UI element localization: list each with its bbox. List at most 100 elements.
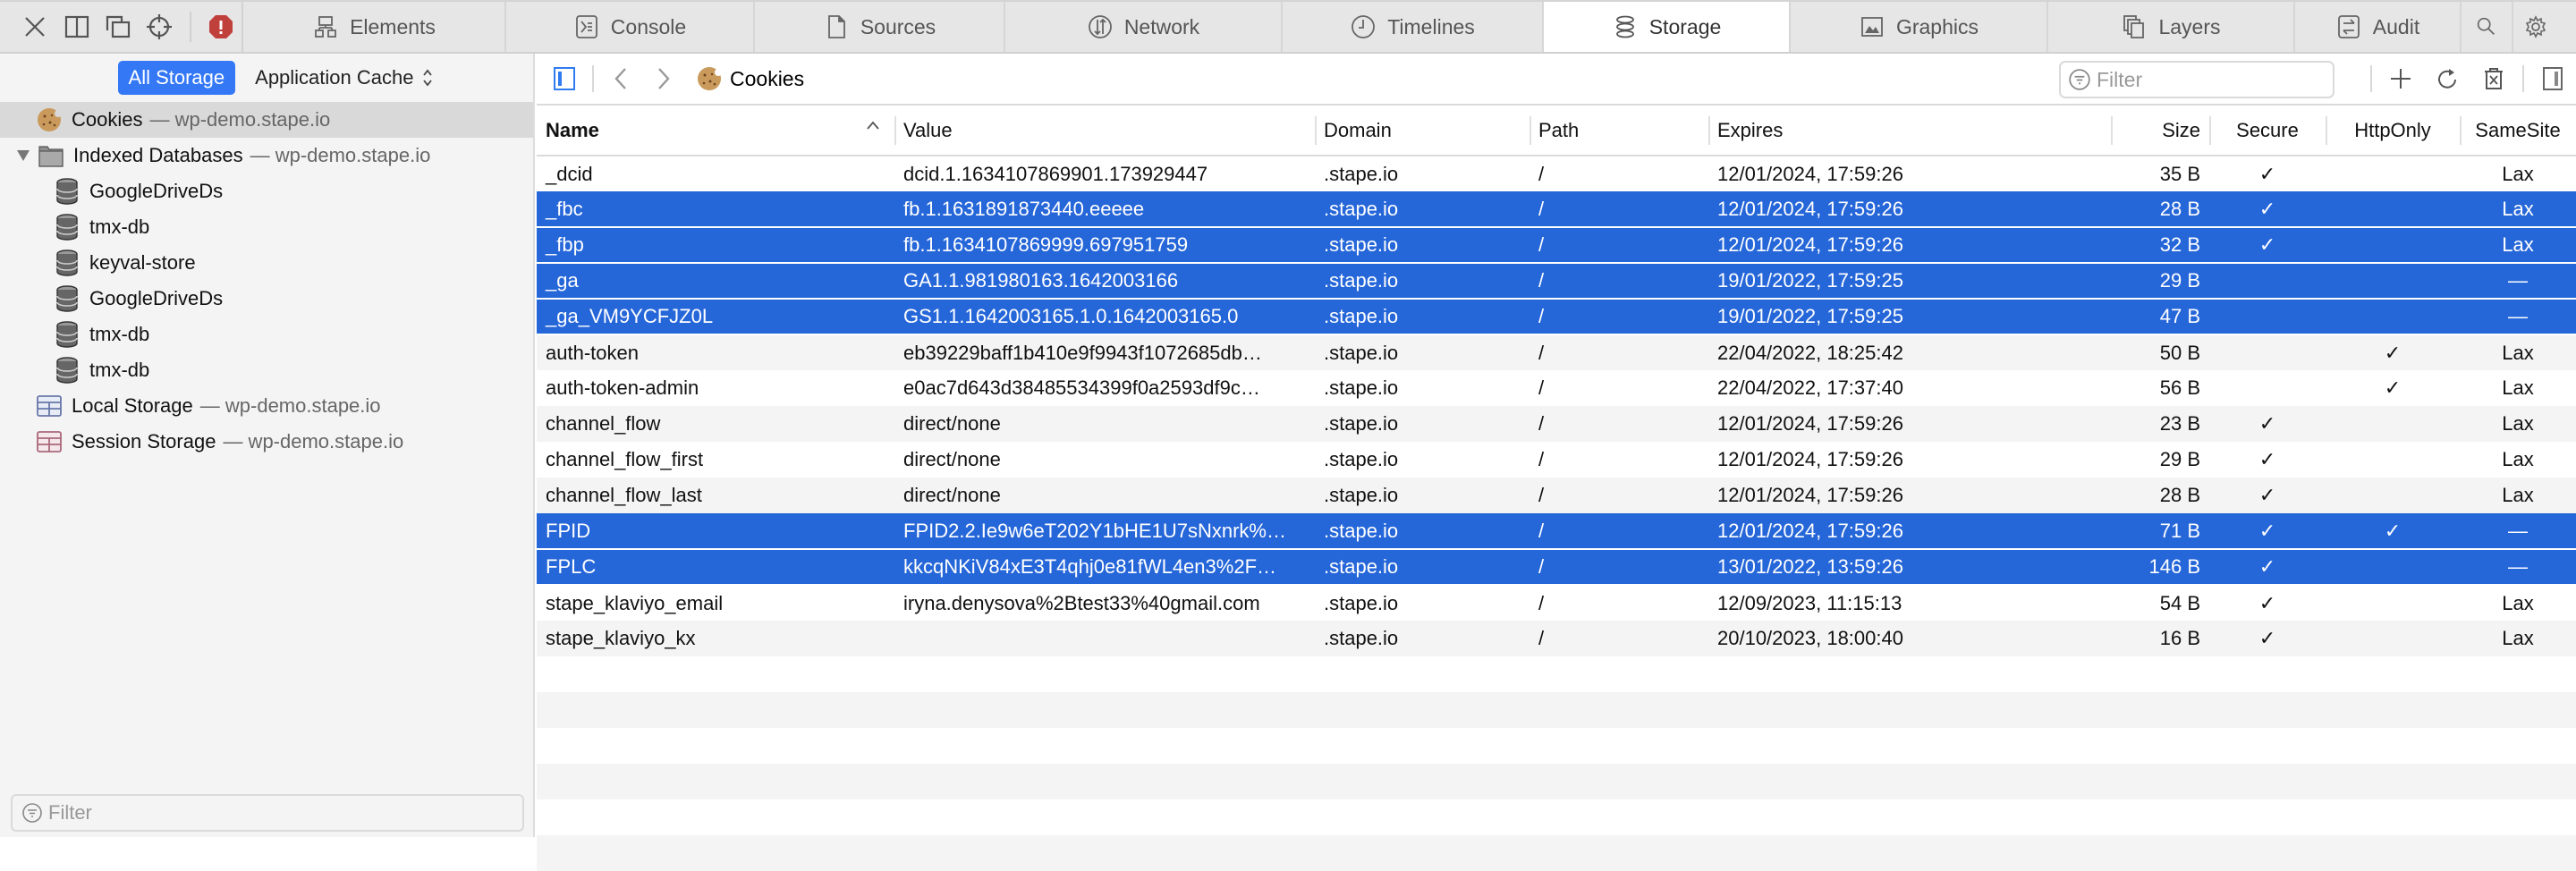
cell-httponly: ✓ [2384,341,2402,364]
cell-httponly [2326,478,2460,513]
cell-samesite: Lax [2502,484,2534,506]
close-icon[interactable] [14,2,55,52]
cell-domain: .stape.io [1324,341,1399,364]
cell-httponly [2326,263,2460,299]
cell-name: channel_flow_last [546,484,702,506]
sidebar-item-session-storage[interactable]: Session Storage — wp-demo.stape.io [0,424,533,460]
tab-console[interactable]: Console [506,2,755,52]
refresh-icon[interactable] [2424,54,2470,104]
sidebar-item-database[interactable]: GoogleDriveDs [0,173,533,209]
column-header-path[interactable]: Path [1530,106,1708,156]
error-icon[interactable] [200,2,242,52]
graphics-icon [1861,17,1883,37]
forward-icon[interactable] [642,56,685,101]
cell-domain: .stape.io [1324,484,1399,506]
clear-trash-icon[interactable] [2470,54,2517,104]
tab-layers[interactable]: Layers [2048,2,2295,52]
cell-samesite: Lax [2502,448,2534,470]
gear-icon[interactable] [2513,2,2558,52]
undock-icon[interactable] [97,2,139,52]
column-header-name[interactable]: Name [537,106,894,156]
cell-value: GA1.1.981980163.1642003166 [903,269,1179,292]
cell-value: FPID2.2.Ie9w6eT202Y1bHE1U7sNxnrk%… [903,519,1286,542]
sidebar-item-label: tmx-db [89,216,150,238]
cell-secure: ✓ [2258,233,2276,256]
cookie-filter-field[interactable] [2059,61,2334,98]
sidebar-filter-input[interactable] [48,801,496,824]
table-row[interactable]: auth-token-admin e0ac7d643d38485534399f0a… [537,370,2576,406]
cell-path: / [1538,627,1545,649]
sidebar-item-local-storage[interactable]: Local Storage — wp-demo.stape.io [0,388,533,424]
cell-name: channel_flow_first [546,448,704,470]
cookie-filter-input[interactable] [2097,67,2320,92]
toggle-sidebar-icon[interactable] [542,54,587,104]
tab-network[interactable]: Network [1005,2,1283,52]
cell-httponly [2326,191,2460,227]
table-row[interactable]: _dcid dcid.1.1634107869901.173929447 .stap… [537,156,2576,191]
column-header-samesite[interactable]: SameSite [2460,106,2576,156]
inspect-element-icon[interactable] [139,2,180,52]
tab-timelines[interactable]: Timelines [1283,2,1544,52]
cell-name: _ga [546,269,579,292]
table-row[interactable]: stape_klaviyo_kx .stape.io / 20/10/2023, 18… [537,621,2576,656]
column-header-domain[interactable]: Domain [1315,106,1530,156]
table-row[interactable]: _fbc fb.1.1631891873440.eeeee .stape.io / 12… [537,191,2576,227]
tab-graphics[interactable]: Graphics [1791,2,2048,52]
sidebar-item-label: keyval-store [89,251,196,274]
column-header-secure[interactable]: Secure [2209,106,2326,156]
dock-side-icon[interactable] [55,2,97,52]
back-icon[interactable] [599,56,642,101]
table-row[interactable]: _fbp fb.1.1634107869999.697951759 .stape.i… [537,227,2576,263]
table-row[interactable]: channel_flow direct/none .stape.io / 12/01/2… [537,406,2576,442]
table-row[interactable]: channel_flow_first direct/none .stape.io / 1… [537,442,2576,478]
search-icon[interactable] [2462,2,2513,52]
sidebar-item-label: GoogleDriveDs [89,287,224,309]
window-controls [0,2,243,52]
tab-audit[interactable]: Audit [2295,2,2462,52]
cell-name: stape_klaviyo_kx [546,627,696,649]
tab-label: Elements [350,14,436,38]
add-cookie-icon[interactable] [2377,54,2424,104]
cell-expires: 12/01/2024, 17:59:26 [1717,233,1903,256]
breadcrumb[interactable]: Cookies [696,65,804,92]
cell-httponly [2326,406,2460,442]
column-header-size[interactable]: Size [2111,106,2209,156]
all-storage-button[interactable]: All Storage [117,61,236,95]
cell-size: 28 B [2159,197,2200,220]
cell-name: FPLC [546,555,597,578]
sidebar-item-database[interactable]: tmx-db [0,352,533,388]
column-header-httponly[interactable]: HttpOnly [2326,106,2460,156]
toggle-details-sidebar-icon[interactable] [2529,54,2576,104]
cell-expires: 19/01/2022, 17:59:25 [1717,269,1903,292]
table-row[interactable]: FPID FPID2.2.Ie9w6eT202Y1bHE1U7sNxnrk%… .s… [537,513,2576,549]
cell-httponly [2326,442,2460,478]
table-row[interactable]: FPLC kkcqNKiV84xE3T4qhj0e81fWL4en3%2F… .st… [537,549,2576,585]
column-header-value[interactable]: Value [894,106,1315,156]
sidebar-item-indexed-databases[interactable]: Indexed Databases — wp-demo.stape.io [0,138,533,173]
table-row[interactable]: stape_klaviyo_email iryna.denysova%2Btest… [537,585,2576,621]
table-row[interactable]: channel_flow_last direct/none .stape.io / 12… [537,478,2576,513]
tab-sources[interactable]: Sources [755,2,1005,52]
cell-secure: ✓ [2258,162,2276,185]
table-row[interactable]: auth-token eb39229baff1b410e9f9943f107268… [537,334,2576,370]
tab-elements[interactable]: Elements [243,2,506,52]
cell-value: fb.1.1631891873440.eeeee [903,197,1145,220]
sources-icon [827,15,845,38]
table-row[interactable]: _ga_VM9YCFJZ0L GS1.1.1642003165.1.0.16420… [537,299,2576,334]
sidebar-item-database[interactable]: tmx-db [0,209,533,245]
filter-icon [22,803,42,823]
table-header: Name Value Domain Path Expires Size Secu… [537,106,2576,156]
column-header-expires[interactable]: Expires [1708,106,2111,156]
disclosure-triangle-icon[interactable] [0,149,36,162]
application-cache-select[interactable]: Application Cache [255,66,433,89]
table-row[interactable]: _ga GA1.1.981980163.1642003166 .stape.io / 1… [537,263,2576,299]
cell-name: _dcid [546,162,593,185]
sidebar-item-database[interactable]: tmx-db [0,317,533,352]
cell-domain: .stape.io [1324,555,1399,578]
sidebar-item-database[interactable]: GoogleDriveDs [0,281,533,317]
sidebar-filter-field[interactable] [11,794,524,832]
tab-storage[interactable]: Storage [1544,2,1791,52]
cell-secure: ✓ [2258,448,2276,470]
sidebar-item-database[interactable]: keyval-store [0,245,533,281]
sidebar-item-cookies[interactable]: Cookies — wp-demo.stape.io [0,102,533,138]
